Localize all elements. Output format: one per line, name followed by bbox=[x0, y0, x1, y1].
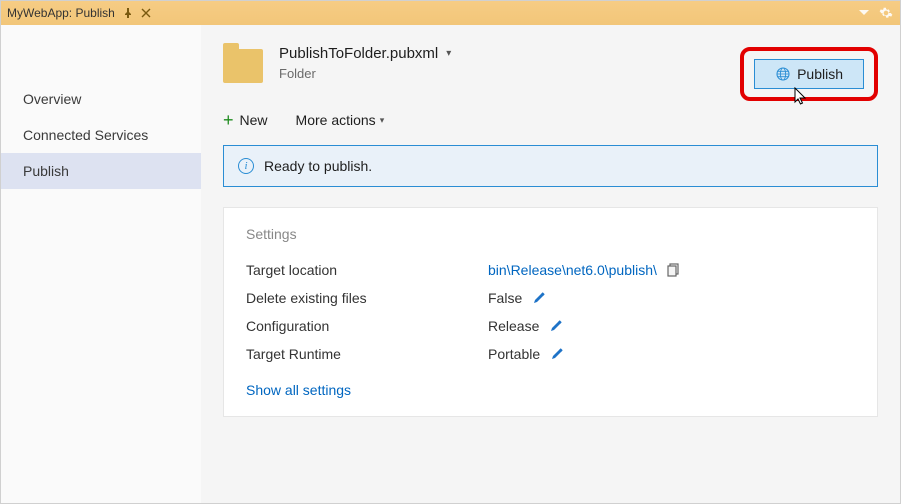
window-dropdown-icon[interactable] bbox=[856, 5, 872, 21]
new-profile-button[interactable]: + New bbox=[223, 111, 268, 129]
setting-value-text: False bbox=[488, 290, 522, 306]
pencil-icon[interactable] bbox=[532, 291, 546, 305]
pin-icon[interactable] bbox=[121, 6, 135, 20]
tab-strip: MyWebApp: Publish bbox=[1, 1, 900, 25]
sidebar-item-connected-services[interactable]: Connected Services bbox=[1, 117, 201, 153]
copy-icon[interactable] bbox=[667, 263, 681, 277]
setting-row: Configuration Release bbox=[246, 312, 855, 340]
profile-selector[interactable]: PublishToFolder.pubxml ▾ bbox=[279, 45, 451, 62]
setting-value: False bbox=[488, 290, 546, 306]
setting-row: Delete existing files False bbox=[246, 284, 855, 312]
more-actions-label: More actions bbox=[296, 112, 376, 128]
more-actions-button[interactable]: More actions ▾ bbox=[296, 112, 385, 128]
tutorial-highlight: Publish bbox=[740, 47, 878, 101]
publish-button[interactable]: Publish bbox=[754, 59, 864, 89]
status-text: Ready to publish. bbox=[264, 158, 372, 174]
setting-value: bin\Release\net6.0\publish\ bbox=[488, 262, 681, 278]
info-icon: i bbox=[238, 158, 254, 174]
tab-title[interactable]: MyWebApp: Publish bbox=[7, 6, 121, 20]
plus-icon: + bbox=[223, 111, 234, 129]
settings-heading: Settings bbox=[246, 226, 855, 242]
show-all-settings-link[interactable]: Show all settings bbox=[246, 382, 351, 398]
publish-button-label: Publish bbox=[797, 66, 843, 82]
setting-label: Delete existing files bbox=[246, 290, 476, 306]
setting-value: Portable bbox=[488, 346, 564, 362]
setting-row: Target location bin\Release\net6.0\publis… bbox=[246, 256, 855, 284]
main-content: PublishToFolder.pubxml ▾ Folder Publish bbox=[201, 25, 900, 503]
gear-icon[interactable] bbox=[878, 5, 894, 21]
pencil-icon[interactable] bbox=[549, 319, 563, 333]
setting-label: Target Runtime bbox=[246, 346, 476, 362]
status-banner: i Ready to publish. bbox=[223, 145, 878, 187]
action-row: + New More actions ▾ bbox=[223, 111, 878, 129]
sidebar-item-publish[interactable]: Publish bbox=[1, 153, 201, 189]
pencil-icon[interactable] bbox=[550, 347, 564, 361]
publish-button-area: Publish bbox=[740, 47, 878, 101]
sidebar-item-label: Publish bbox=[23, 163, 69, 179]
publish-globe-icon bbox=[775, 66, 791, 82]
cursor-icon bbox=[794, 87, 810, 107]
setting-label: Configuration bbox=[246, 318, 476, 334]
sidebar-item-label: Overview bbox=[23, 91, 81, 107]
chevron-down-icon: ▾ bbox=[380, 115, 385, 126]
setting-row: Target Runtime Portable bbox=[246, 340, 855, 368]
sidebar-item-overview[interactable]: Overview bbox=[1, 81, 201, 117]
publish-profile-header: PublishToFolder.pubxml ▾ Folder Publish bbox=[223, 45, 878, 83]
setting-value: Release bbox=[488, 318, 563, 334]
chevron-down-icon: ▾ bbox=[446, 48, 451, 59]
setting-value-text: Portable bbox=[488, 346, 540, 362]
profile-file-name: PublishToFolder.pubxml bbox=[279, 45, 438, 62]
new-label: New bbox=[240, 112, 268, 128]
profile-subtitle: Folder bbox=[279, 66, 451, 81]
settings-panel: Settings Target location bin\Release\net6… bbox=[223, 207, 878, 417]
sidebar: Overview Connected Services Publish bbox=[1, 25, 201, 503]
window-controls bbox=[856, 1, 894, 25]
close-icon[interactable] bbox=[139, 6, 153, 20]
setting-value-text: Release bbox=[488, 318, 539, 334]
setting-value-link[interactable]: bin\Release\net6.0\publish\ bbox=[488, 262, 657, 278]
folder-icon bbox=[223, 49, 263, 83]
sidebar-item-label: Connected Services bbox=[23, 127, 148, 143]
setting-label: Target location bbox=[246, 262, 476, 278]
